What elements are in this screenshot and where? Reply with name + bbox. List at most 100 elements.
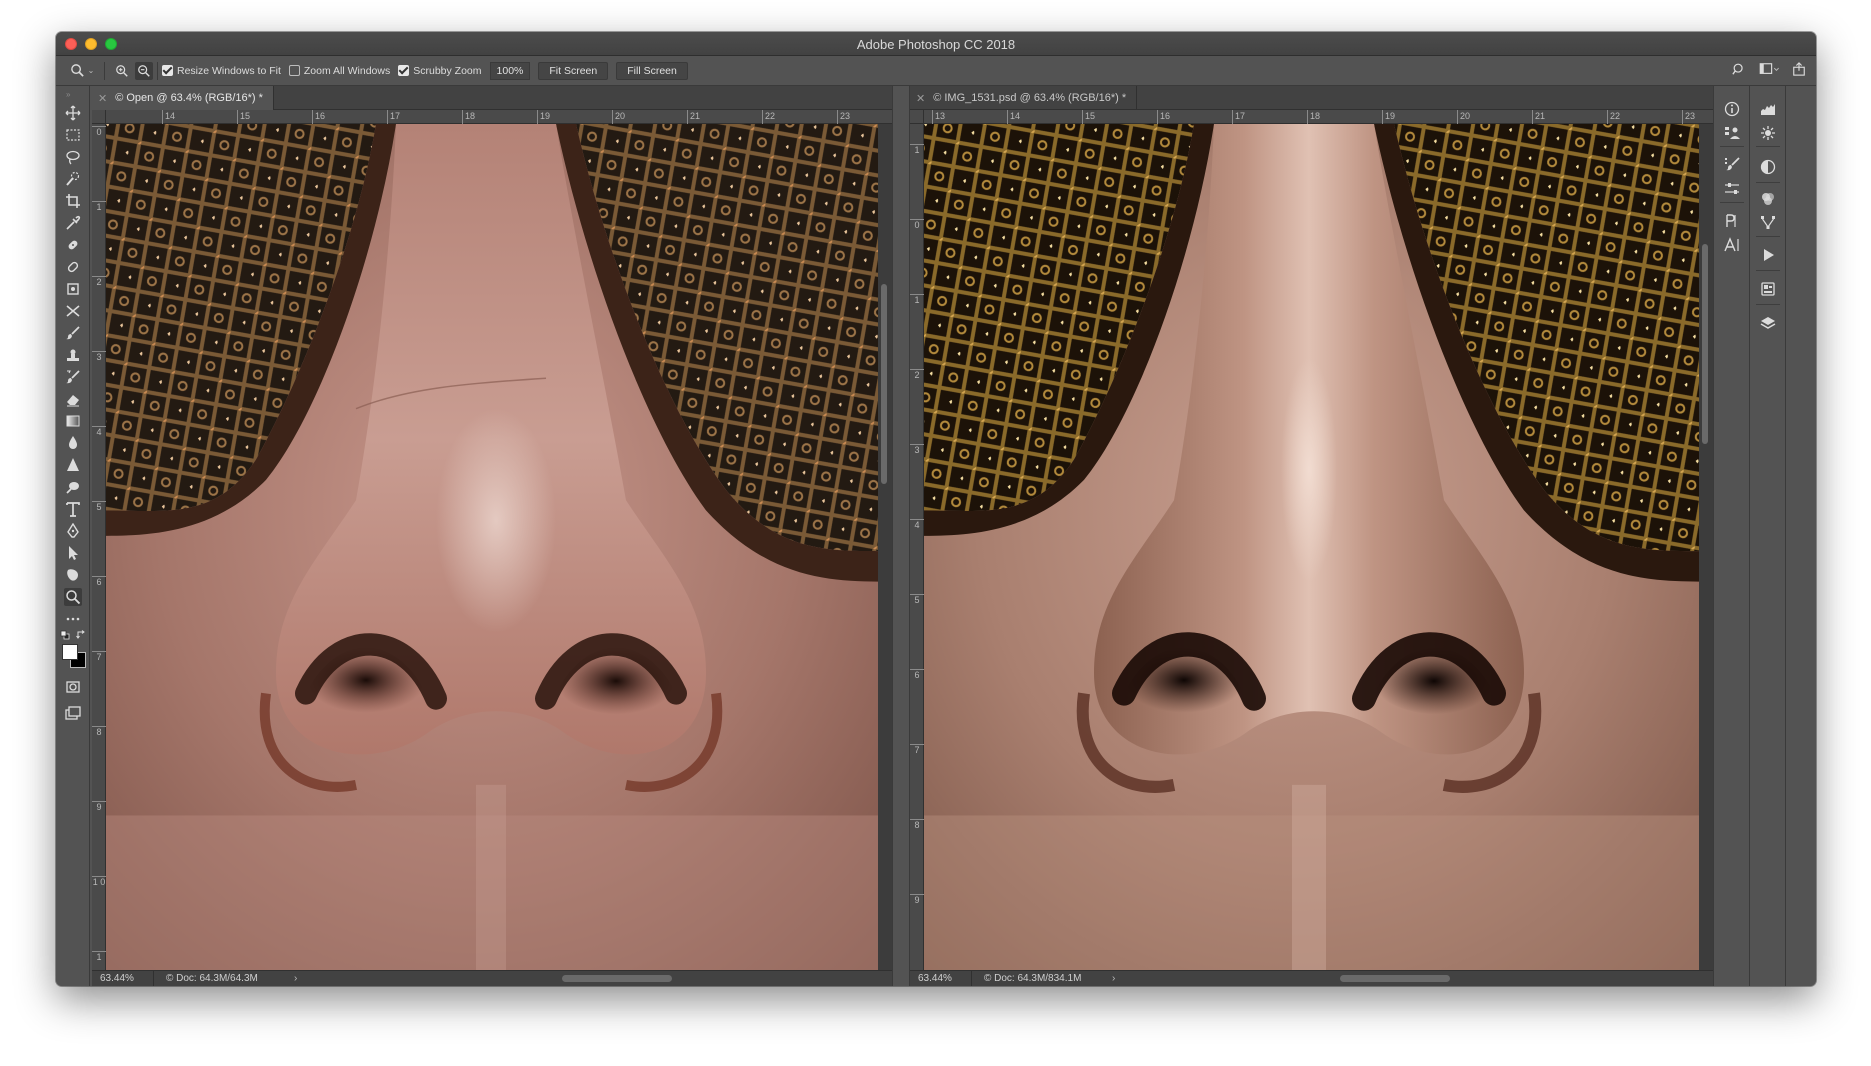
libraries-panel-icon[interactable] xyxy=(1759,280,1777,298)
zoom-all-windows-label: Zoom All Windows xyxy=(303,64,391,77)
ruler-tick: 8 xyxy=(910,819,924,830)
checkbox-checked-icon[interactable] xyxy=(398,65,410,76)
image-canvas-original[interactable] xyxy=(106,124,878,970)
zoom-in-icon[interactable] xyxy=(113,62,131,80)
status-menu-arrow-icon[interactable]: › xyxy=(1112,973,1115,984)
adjustments-sliders-panel-icon[interactable] xyxy=(1723,180,1741,198)
vertical-ruler[interactable]: 0 1 2 3 4 5 6 7 8 9 1 0 1 xyxy=(92,124,106,970)
quick-selection-tool-icon[interactable] xyxy=(64,170,82,188)
workspace-switcher-icon[interactable] xyxy=(1758,62,1780,79)
ruler-tick: 17 xyxy=(1232,110,1245,124)
shape-tool-icon[interactable] xyxy=(64,566,82,584)
paragraph-panel-icon[interactable] xyxy=(1723,212,1741,230)
adjustments-panel-icon[interactable] xyxy=(1759,158,1777,176)
histogram-panel-icon[interactable] xyxy=(1759,100,1777,118)
brush-settings-panel-icon[interactable] xyxy=(1723,156,1741,174)
lasso-tool-icon[interactable] xyxy=(64,148,82,166)
nose-closeup-photo-original xyxy=(106,124,878,970)
ruler-origin[interactable] xyxy=(910,110,924,124)
zoom-all-windows-checkbox[interactable]: Zoom All Windows xyxy=(288,64,391,77)
close-icon[interactable]: ✕ xyxy=(98,92,107,105)
zoom-out-icon[interactable] xyxy=(135,61,153,80)
status-menu-arrow-icon[interactable]: › xyxy=(294,973,297,984)
vertical-ruler[interactable]: 1 0 1 2 3 4 5 6 7 8 9 xyxy=(910,124,924,970)
dodge-tool-icon[interactable] xyxy=(64,478,82,496)
content-aware-move-icon[interactable] xyxy=(64,302,82,320)
eyedropper-tool-icon[interactable] xyxy=(64,214,82,232)
horizontal-scrollbar-thumb[interactable] xyxy=(1340,975,1450,982)
panel-dock-column-1 xyxy=(1713,86,1749,986)
chevron-down-icon[interactable]: ⌄ xyxy=(86,62,96,80)
horizontal-ruler[interactable]: 14 15 16 17 18 19 20 21 22 23 xyxy=(106,110,892,124)
separator xyxy=(1720,202,1744,203)
clone-stamp-tool-icon[interactable] xyxy=(64,346,82,364)
fit-screen-button[interactable]: Fit Screen xyxy=(538,61,609,80)
patch-tool-icon[interactable] xyxy=(64,280,82,298)
gradient-tool-icon[interactable] xyxy=(64,412,82,430)
scrubby-zoom-label: Scrubby Zoom xyxy=(413,64,482,77)
move-tool-icon[interactable] xyxy=(64,104,82,122)
path-selection-tool-icon[interactable] xyxy=(64,544,82,562)
type-tool-icon[interactable] xyxy=(64,500,82,518)
blur-tool-icon[interactable] xyxy=(64,434,82,452)
quick-mask-icon[interactable] xyxy=(64,678,82,696)
resize-windows-label: Resize Windows to Fit xyxy=(177,64,281,77)
spot-healing-brush-icon[interactable] xyxy=(64,236,82,254)
fill-screen-button[interactable]: Fill Screen xyxy=(616,61,688,80)
document-size-info[interactable]: © Doc: 64.3M/834.1M xyxy=(972,973,1112,984)
ruler-tick: 1 0 xyxy=(92,876,106,887)
info-panel-icon[interactable] xyxy=(1723,100,1741,118)
screen-mode-icon[interactable] xyxy=(64,704,82,722)
character-panel-icon[interactable] xyxy=(1723,236,1741,254)
scrollbar-thumb[interactable] xyxy=(1702,244,1708,444)
checkbox-checked-icon[interactable] xyxy=(162,65,173,76)
ruler-origin[interactable] xyxy=(92,110,106,124)
history-brush-tool-icon[interactable] xyxy=(64,368,82,386)
marquee-tool-icon[interactable] xyxy=(64,126,82,144)
crop-tool-icon[interactable] xyxy=(64,192,82,210)
brush-tool-icon[interactable] xyxy=(64,324,82,342)
navigator-panel-icon[interactable] xyxy=(1759,124,1777,142)
default-colors-icon[interactable] xyxy=(60,630,70,640)
sharpen-tool-icon[interactable] xyxy=(64,456,82,474)
ruler-tick: 9 xyxy=(92,801,106,812)
ruler-tick: 3 xyxy=(92,351,106,362)
share-icon[interactable] xyxy=(1792,62,1806,79)
panel-collapse-icon[interactable]: » xyxy=(66,90,70,99)
vertical-scrollbar[interactable] xyxy=(878,124,892,970)
eraser-tool-icon[interactable] xyxy=(64,390,82,408)
zoom-level-field[interactable]: 63.44% xyxy=(910,971,972,986)
panel-dock-edge xyxy=(1785,86,1816,986)
pen-tool-icon[interactable] xyxy=(64,522,82,540)
zoom-level-field[interactable]: 63.44% xyxy=(92,971,154,986)
layers-panel-icon[interactable] xyxy=(1759,314,1777,332)
horizontal-scrollbar-thumb[interactable] xyxy=(562,975,672,982)
zoom-tool-preset-icon[interactable] xyxy=(68,62,86,80)
document-tab-open[interactable]: ✕ © Open @ 63.4% (RGB/16*) * xyxy=(92,86,274,110)
resize-windows-checkbox[interactable]: Resize Windows to Fit xyxy=(162,65,281,77)
zoom-tool-icon[interactable] xyxy=(64,588,82,606)
horizontal-ruler[interactable]: 13 14 15 16 17 18 19 20 21 22 23 xyxy=(924,110,1713,124)
options-bar-right xyxy=(1732,62,1806,79)
scrubby-zoom-checkbox[interactable]: Scrubby Zoom xyxy=(398,64,482,77)
more-tools-icon[interactable] xyxy=(64,610,82,628)
ruler-tick: 14 xyxy=(1007,110,1020,124)
foreground-color-swatch[interactable] xyxy=(62,644,78,660)
channels-panel-icon[interactable] xyxy=(1759,190,1777,208)
document-tab-bar: ✕ © IMG_1531.psd @ 63.4% (RGB/16*) * xyxy=(910,86,1713,110)
swap-colors-icon[interactable] xyxy=(76,630,86,640)
document-size-info[interactable]: © Doc: 64.3M/64.3M xyxy=(154,973,294,984)
status-bar: 63.44% © Doc: 64.3M/834.1M › xyxy=(910,970,1713,986)
vertical-scrollbar[interactable] xyxy=(1699,124,1713,970)
actions-panel-icon[interactable] xyxy=(1759,246,1777,264)
search-icon[interactable] xyxy=(1732,62,1746,79)
zoom-percent-field[interactable]: 100% xyxy=(489,61,531,80)
checkbox-unchecked-icon[interactable] xyxy=(288,65,300,76)
properties-panel-icon[interactable] xyxy=(1723,124,1741,142)
image-canvas-retouched[interactable] xyxy=(924,124,1699,970)
close-icon[interactable]: ✕ xyxy=(916,92,925,105)
document-tab-img-1531[interactable]: ✕ © IMG_1531.psd @ 63.4% (RGB/16*) * xyxy=(910,86,1138,110)
healing-brush-icon[interactable] xyxy=(64,258,82,276)
paths-panel-icon[interactable] xyxy=(1759,214,1777,232)
scrollbar-thumb[interactable] xyxy=(881,284,887,484)
